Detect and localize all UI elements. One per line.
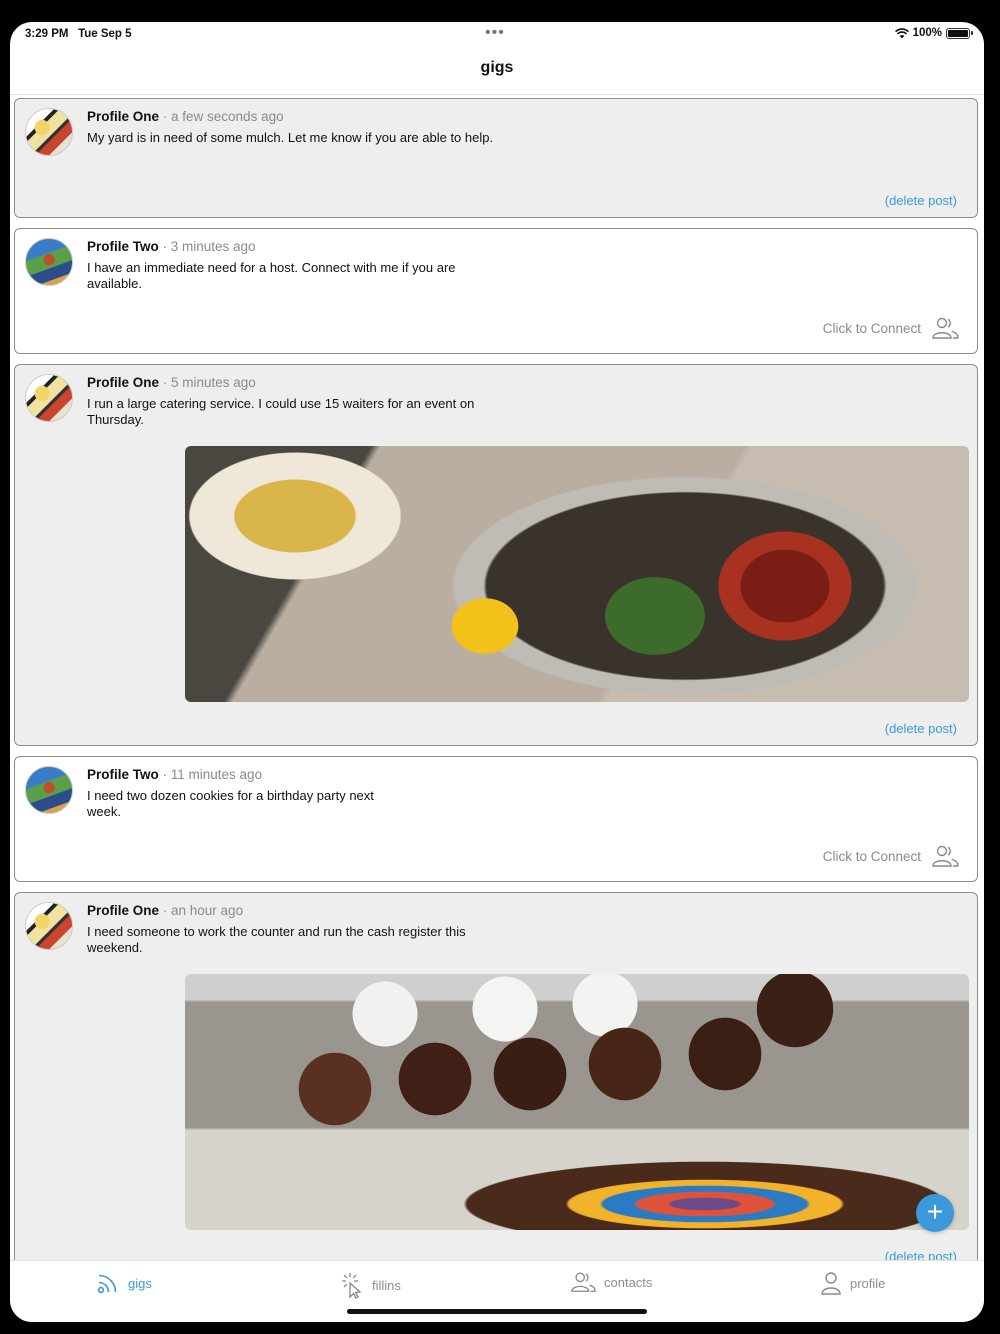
people-icon: [932, 317, 959, 339]
post-separator: ·: [159, 109, 172, 124]
people-icon: [571, 1272, 596, 1292]
person-icon: [821, 1272, 841, 1295]
post-header: Profile One · 5 minutes ago: [87, 375, 256, 390]
connect-label: Click to Connect: [822, 320, 921, 336]
post-card: Profile One · a few seconds ago My yard …: [14, 98, 978, 218]
battery-percent: 100%: [912, 27, 942, 39]
home-indicator[interactable]: [347, 1309, 647, 1314]
multitasking-dots[interactable]: •••: [485, 24, 505, 42]
post-author[interactable]: Profile One: [87, 903, 159, 918]
tab-contacts[interactable]: contacts: [570, 1271, 652, 1293]
post-header: Profile Two · 3 minutes ago: [87, 239, 256, 254]
post-image[interactable]: [185, 974, 969, 1230]
post-time: an hour ago: [171, 903, 244, 918]
post-separator: ·: [158, 239, 171, 254]
battery-level-fill: [948, 29, 968, 37]
post-author[interactable]: Profile One: [87, 375, 159, 390]
tab-label: gigs: [128, 1275, 152, 1291]
post-card: Profile Two · 11 minutes ago I need two …: [14, 756, 978, 882]
status-time: 3:29 PM Tue Sep 5: [25, 28, 132, 40]
avatar[interactable]: [25, 374, 73, 422]
post-body: I run a large catering service. I could …: [87, 396, 475, 427]
post-header: Profile One · an hour ago: [87, 903, 243, 918]
post-card: Profile One · an hour ago I need someone…: [14, 892, 978, 1260]
delete-post-link[interactable]: (delete post): [885, 193, 957, 208]
delete-post-link[interactable]: (delete post): [885, 721, 957, 736]
avatar[interactable]: [25, 238, 73, 286]
post-author[interactable]: Profile Two: [87, 767, 159, 782]
post-header: Profile One · a few seconds ago: [87, 109, 284, 124]
add-post-button[interactable]: +: [916, 1194, 954, 1232]
page-title: gigs: [480, 59, 514, 76]
nav-divider: [10, 94, 984, 95]
tab-label: contacts: [604, 1274, 653, 1290]
tab-gigs[interactable]: gigs: [96, 1271, 152, 1295]
post-author[interactable]: Profile One: [87, 109, 159, 124]
cursor-click-icon: [342, 1273, 362, 1299]
people-icon: [932, 845, 959, 867]
post-separator: ·: [159, 375, 172, 390]
delete-post-link[interactable]: (delete post): [885, 1249, 957, 1260]
post-time: 3 minutes ago: [170, 239, 256, 254]
avatar[interactable]: [25, 902, 73, 950]
avatar[interactable]: [25, 766, 73, 814]
post-time: a few seconds ago: [171, 109, 284, 124]
post-body: I need two dozen cookies for a birthday …: [87, 788, 374, 819]
post-separator: ·: [158, 767, 171, 782]
tab-label: profile: [850, 1275, 886, 1291]
post-author[interactable]: Profile Two: [87, 239, 159, 254]
status-bar: 3:29 PM Tue Sep 5 ••• 100%: [10, 22, 984, 50]
rss-icon: [97, 1274, 117, 1294]
avatar[interactable]: [25, 108, 73, 156]
status-date: Tue Sep 5: [78, 28, 132, 40]
gigs-feed[interactable]: Profile One · a few seconds ago My yard …: [14, 98, 978, 1260]
post-time: 11 minutes ago: [170, 767, 263, 782]
connect-button[interactable]: Click to Connect: [823, 845, 959, 867]
post-card: Profile One · 5 minutes ago I run a larg…: [14, 364, 978, 746]
status-clock: 3:29 PM: [25, 28, 69, 40]
device-screen: 3:29 PM Tue Sep 5 ••• 100% gigs Profile …: [10, 22, 984, 1322]
battery-icon: [946, 27, 973, 39]
tab-fillins[interactable]: fillins: [340, 1271, 401, 1299]
post-card: Profile Two · 3 minutes ago I have an im…: [14, 228, 978, 354]
post-body: I need someone to work the counter and r…: [87, 924, 466, 955]
connect-button[interactable]: Click to Connect: [823, 317, 959, 339]
post-body: I have an immediate need for a host. Con…: [87, 260, 456, 291]
wifi-icon: [894, 27, 909, 38]
tab-profile[interactable]: profile: [820, 1271, 885, 1295]
post-time: 5 minutes ago: [171, 375, 256, 390]
post-header: Profile Two · 11 minutes ago: [87, 767, 262, 782]
connect-label: Click to Connect: [822, 848, 921, 864]
post-separator: ·: [159, 903, 172, 918]
post-body: My yard is in need of some mulch. Let me…: [87, 130, 494, 145]
tab-label: fillins: [372, 1277, 401, 1293]
status-indicators: 100%: [894, 27, 973, 39]
post-image[interactable]: [185, 446, 969, 702]
